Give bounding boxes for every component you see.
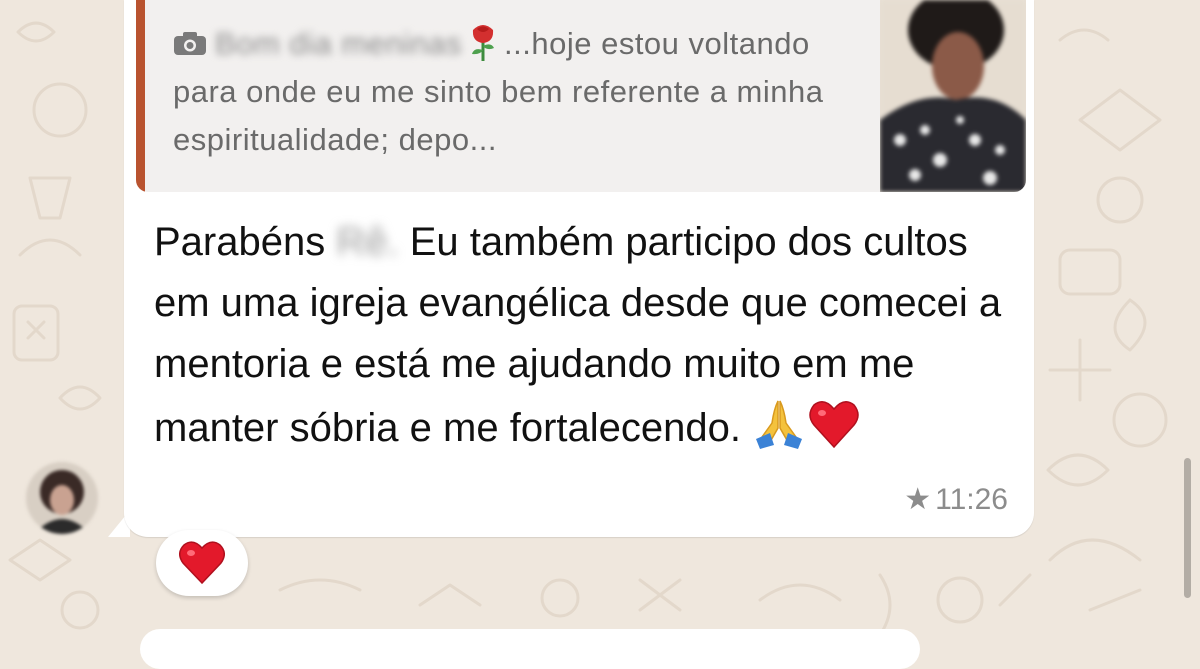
camera-icon [173,22,207,55]
quoted-photo-thumbnail[interactable] [880,0,1026,192]
message-meta: ★ 11:26 [904,482,1008,517]
quoted-sender-preview: Bom dia meninas [215,26,463,61]
message-time: 11:26 [935,482,1008,516]
message-text: Parabéns Rê. Eu também participo dos cul… [154,212,1004,469]
quoted-message[interactable]: Bom dia meninas ...hoje estou voltando p… [136,0,1026,192]
scrollbar[interactable] [1184,458,1191,598]
next-message-bubble[interactable] [140,629,920,669]
rose-icon [468,22,498,62]
reaction-badge[interactable] [156,530,248,596]
emoji-praying-hands-heart [752,395,860,469]
star-icon: ★ [904,483,932,516]
quote-accent-bar [136,0,145,192]
message-prefix: Parabéns [154,220,326,264]
sender-avatar[interactable] [26,462,98,534]
quoted-text-block: Bom dia meninas ...hoje estou voltando p… [173,20,873,164]
recipient-name-blurred: Rê. [336,220,399,264]
message-bubble[interactable]: Bom dia meninas ...hoje estou voltando p… [124,0,1034,537]
heart-icon [179,541,225,585]
